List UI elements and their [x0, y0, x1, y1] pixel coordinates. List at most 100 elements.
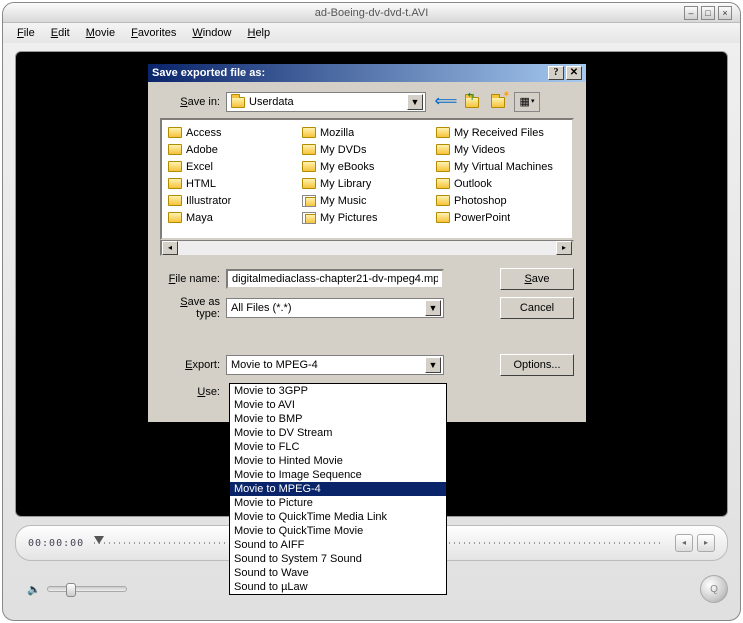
dialog-title: Save exported file as: — [152, 67, 265, 79]
export-option[interactable]: Movie to QuickTime Movie — [230, 524, 446, 538]
folder-item-label: Illustrator — [186, 195, 231, 207]
quicktime-player-window: ad-Boeing-dv-dvd-t.AVI – □ × File Edit M… — [2, 2, 741, 621]
set-out-button[interactable]: ▸ — [697, 534, 715, 552]
speaker-icon: 🔈 — [27, 583, 41, 596]
menu-favorites[interactable]: Favorites — [123, 24, 184, 42]
set-in-button[interactable]: ◂ — [675, 534, 693, 552]
folder-item-label: My Library — [320, 178, 371, 190]
menu-window[interactable]: Window — [184, 24, 239, 42]
dialog-help-button[interactable]: ? — [548, 66, 564, 80]
folder-item-label: My Virtual Machines — [454, 161, 553, 173]
new-folder-button[interactable]: ✶ — [488, 92, 508, 112]
file-name-label: File name: — [160, 273, 226, 285]
export-dropdown-list[interactable]: Movie to 3GPPMovie to AVIMovie to BMPMov… — [229, 383, 447, 595]
folder-item[interactable]: Mozilla — [302, 124, 428, 141]
volume-thumb[interactable] — [66, 583, 76, 597]
folder-item[interactable]: My DVDs — [302, 141, 428, 158]
folder-icon — [302, 144, 316, 155]
scroll-right-button[interactable]: ▸ — [556, 241, 572, 255]
folder-item-label: PowerPoint — [454, 212, 510, 224]
export-label: Export: — [160, 359, 226, 371]
folder-icon — [302, 127, 316, 138]
save-dialog: Save exported file as: ? ✕ Save in: User… — [147, 63, 587, 423]
dialog-close-button[interactable]: ✕ — [566, 66, 582, 80]
save-as-type-value: All Files (*.*) — [231, 302, 292, 314]
maximize-button[interactable]: □ — [701, 6, 715, 20]
folder-icon — [168, 178, 182, 189]
save-button[interactable]: Save — [500, 268, 574, 290]
save-in-dropdown[interactable]: Userdata ▼ — [226, 92, 426, 112]
export-option[interactable]: Sound to µLaw — [230, 580, 446, 594]
menu-edit[interactable]: Edit — [43, 24, 78, 42]
folder-item-label: My DVDs — [320, 144, 366, 156]
folder-item[interactable]: My Music — [302, 192, 428, 209]
export-option[interactable]: Movie to DV Stream — [230, 426, 446, 440]
folder-item-label: Access — [186, 127, 221, 139]
folder-item[interactable]: My eBooks — [302, 158, 428, 175]
chevron-down-icon[interactable]: ▼ — [425, 300, 441, 316]
dialog-titlebar[interactable]: Save exported file as: ? ✕ — [148, 64, 586, 82]
folder-item[interactable]: My Videos — [436, 141, 562, 158]
folder-item[interactable]: My Virtual Machines — [436, 158, 562, 175]
folder-item[interactable]: PowerPoint — [436, 209, 562, 226]
save-as-type-dropdown[interactable]: All Files (*.*) ▼ — [226, 298, 444, 318]
chevron-down-icon[interactable]: ▼ — [407, 94, 423, 110]
export-option[interactable]: Movie to QuickTime Media Link — [230, 510, 446, 524]
folder-item[interactable]: Maya — [168, 209, 294, 226]
folder-item[interactable]: Illustrator — [168, 192, 294, 209]
export-option[interactable]: Movie to MPEG-4 — [230, 482, 446, 496]
scroll-left-button[interactable]: ◂ — [162, 241, 178, 255]
folder-item[interactable]: My Library — [302, 175, 428, 192]
folder-item-label: Excel — [186, 161, 213, 173]
options-button[interactable]: Options... — [500, 354, 574, 376]
save-in-value: Userdata — [249, 96, 294, 108]
export-option[interactable]: Sound to Wave — [230, 566, 446, 580]
folder-icon — [168, 127, 182, 138]
folder-item-label: Adobe — [186, 144, 218, 156]
folder-item-label: My Videos — [454, 144, 505, 156]
folder-item[interactable]: Outlook — [436, 175, 562, 192]
document-folder-icon — [302, 212, 316, 224]
up-one-level-button[interactable]: ↰ — [462, 92, 482, 112]
export-option[interactable]: Movie to BMP — [230, 412, 446, 426]
view-menu-button[interactable]: ▦▾ — [514, 92, 540, 112]
folder-icon — [302, 178, 316, 189]
export-option[interactable]: Movie to Image Sequence — [230, 468, 446, 482]
volume-slider[interactable] — [47, 586, 127, 592]
folder-item-label: Photoshop — [454, 195, 507, 207]
menu-bar: File Edit Movie Favorites Window Help — [3, 23, 740, 43]
scroll-track[interactable] — [178, 241, 556, 255]
cancel-button[interactable]: Cancel — [500, 297, 574, 319]
folder-item[interactable]: My Pictures — [302, 209, 428, 226]
file-name-input[interactable] — [226, 269, 444, 289]
export-dropdown[interactable]: Movie to MPEG-4 ▼ — [226, 355, 444, 375]
folder-item[interactable]: Access — [168, 124, 294, 141]
menu-help[interactable]: Help — [239, 24, 278, 42]
folder-item-label: My Music — [320, 195, 366, 207]
export-option[interactable]: Movie to 3GPP — [230, 384, 446, 398]
folder-icon — [436, 195, 450, 206]
folder-item[interactable]: HTML — [168, 175, 294, 192]
export-option[interactable]: Movie to AVI — [230, 398, 446, 412]
document-folder-icon — [302, 195, 316, 207]
folder-item[interactable]: Photoshop — [436, 192, 562, 209]
folder-item-label: Mozilla — [320, 127, 354, 139]
menu-movie[interactable]: Movie — [78, 24, 123, 42]
folder-icon — [436, 144, 450, 155]
menu-file[interactable]: File — [9, 24, 43, 42]
export-option[interactable]: Movie to Hinted Movie — [230, 454, 446, 468]
folder-item[interactable]: Adobe — [168, 141, 294, 158]
chevron-down-icon[interactable]: ▼ — [425, 357, 441, 373]
playhead[interactable] — [94, 536, 104, 544]
folder-listing[interactable]: Access Adobe Excel HTML Illustrator Maya Mozil… — [160, 118, 574, 240]
export-option[interactable]: Movie to Picture — [230, 496, 446, 510]
folder-item[interactable]: My Received Files — [436, 124, 562, 141]
minimize-button[interactable]: – — [684, 6, 698, 20]
back-button[interactable]: ⟸ — [436, 92, 456, 112]
export-option[interactable]: Sound to AIFF — [230, 538, 446, 552]
horizontal-scrollbar[interactable]: ◂ ▸ — [160, 240, 574, 256]
folder-item[interactable]: Excel — [168, 158, 294, 175]
close-button[interactable]: × — [718, 6, 732, 20]
export-option[interactable]: Movie to FLC — [230, 440, 446, 454]
export-option[interactable]: Sound to System 7 Sound — [230, 552, 446, 566]
